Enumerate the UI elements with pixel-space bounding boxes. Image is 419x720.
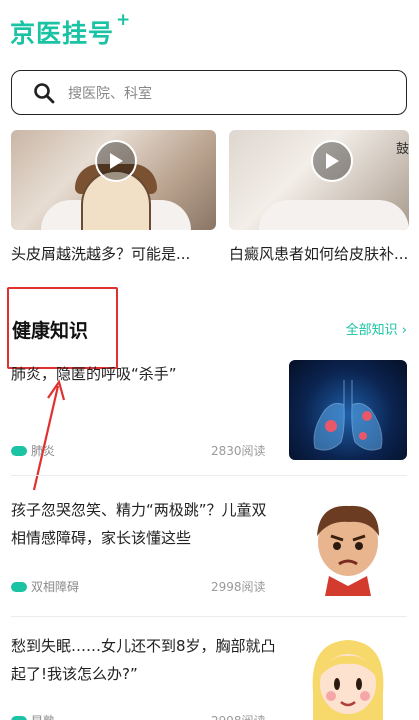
article-tag-label: 早熟 [31,712,55,720]
annotation-highlight-box [7,287,118,369]
doctor-coat-illustration [259,200,409,230]
tag-icon [11,445,27,456]
article-read-count: 2998阅读 [211,580,266,594]
article-tag[interactable]: 肺炎 [11,442,55,459]
tag-icon [11,581,27,592]
video-card-2[interactable]: 鼓 [229,130,409,230]
article-tag[interactable]: 双相障碍 [11,578,79,595]
app-header: 京医挂号 + [10,10,130,54]
plus-badge: + [116,10,131,30]
app-title: 京医挂号 [10,19,115,48]
article-title: 愁到失眠……女儿还不到8岁，胸部就凸起了!我该怎么办?” [11,637,276,683]
article-tag-label: 双相障碍 [31,580,80,594]
play-icon[interactable] [311,140,353,182]
article-title: 肺炎，隐匿的呼吸“杀手” [11,365,177,383]
article-read-count: 2830阅读 [211,444,266,458]
article-title: 孩子忽哭忽笑、精力“两极跳”？儿童双相情感障碍，家长该懂这些 [11,501,267,547]
girl-icon [312,640,384,720]
video-card-1[interactable] [11,130,216,230]
video-caption-1[interactable]: 头皮屑越洗越多？可能是... [11,243,190,264]
article-item[interactable]: 肺炎，隐匿的呼吸“杀手” 肺炎 2830阅读 [11,360,407,462]
video-caption-2[interactable]: 白癜风患者如何给皮肤补... [229,243,419,264]
cropped-card-label: 鼓 [395,142,409,157]
lungs-icon [313,380,383,451]
article-item[interactable]: 孩子忽哭忽笑、精力“两极跳”？儿童双相情感障碍，家长该懂这些 双相障碍 2998… [11,496,407,606]
article-thumbnail[interactable] [289,632,407,720]
search-icon [34,82,55,103]
divider [11,475,407,476]
angry-boy-icon [317,505,379,596]
search-bar[interactable]: 搜医院、科室 [11,70,407,115]
article-read-count: 2998阅读 [211,712,266,720]
play-icon[interactable] [95,140,137,182]
article-tag-label: 肺炎 [31,444,56,458]
article-thumbnail[interactable] [289,360,407,460]
search-placeholder: 搜医院、科室 [68,85,152,102]
article-thumbnail[interactable] [289,496,407,596]
article-item[interactable]: 愁到失眠……女儿还不到8岁，胸部就凸起了!我该怎么办?” 早熟 2998阅读 [11,632,407,720]
article-tag[interactable]: 早熟 [11,712,55,720]
all-knowledge-link[interactable]: 全部知识 › [346,319,407,338]
divider [11,616,407,617]
tag-icon [11,715,27,720]
